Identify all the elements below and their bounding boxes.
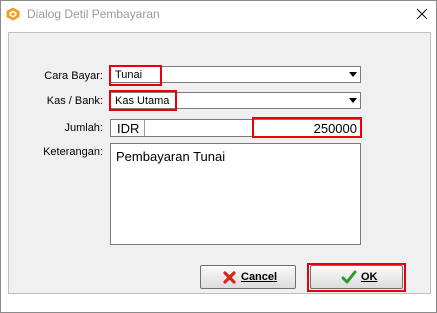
window-title: Dialog Detil Pembayaran	[27, 7, 160, 21]
highlight-amount	[252, 117, 362, 138]
keterangan-value: Pembayaran Tunai	[116, 149, 226, 164]
bottom-strip	[1, 296, 436, 312]
highlight-ok	[307, 263, 406, 292]
currency-field: IDR	[110, 119, 253, 137]
chevron-down-icon	[349, 98, 357, 103]
keterangan-label: Keterangan:	[43, 146, 103, 158]
cara-bayar-label: Cara Bayar:	[44, 70, 103, 82]
kas-bank-label: Kas / Bank:	[46, 95, 103, 107]
currency-code: IDR	[117, 121, 140, 136]
jumlah-label: Jumlah:	[64, 122, 103, 134]
chevron-down-icon	[349, 72, 357, 77]
highlight-kas-bank	[109, 90, 177, 111]
close-icon	[416, 8, 428, 20]
title-bar[interactable]: Dialog Detil Pembayaran	[1, 1, 436, 29]
highlight-cara-bayar	[109, 65, 162, 86]
dialog-window: Dialog Detil Pembayaran Cara Bayar: Tuna…	[0, 0, 437, 313]
currency-divider	[144, 120, 145, 136]
app-logo-icon	[6, 7, 20, 21]
cross-icon	[223, 271, 236, 284]
close-button[interactable]	[409, 2, 435, 26]
form-panel: Cara Bayar: Tunai Kas / Bank: Kas Utama …	[8, 32, 431, 294]
cancel-label: Cancel	[241, 271, 278, 283]
keterangan-textarea[interactable]: Pembayaran Tunai	[110, 143, 361, 245]
cancel-button[interactable]: Cancel	[200, 265, 296, 289]
